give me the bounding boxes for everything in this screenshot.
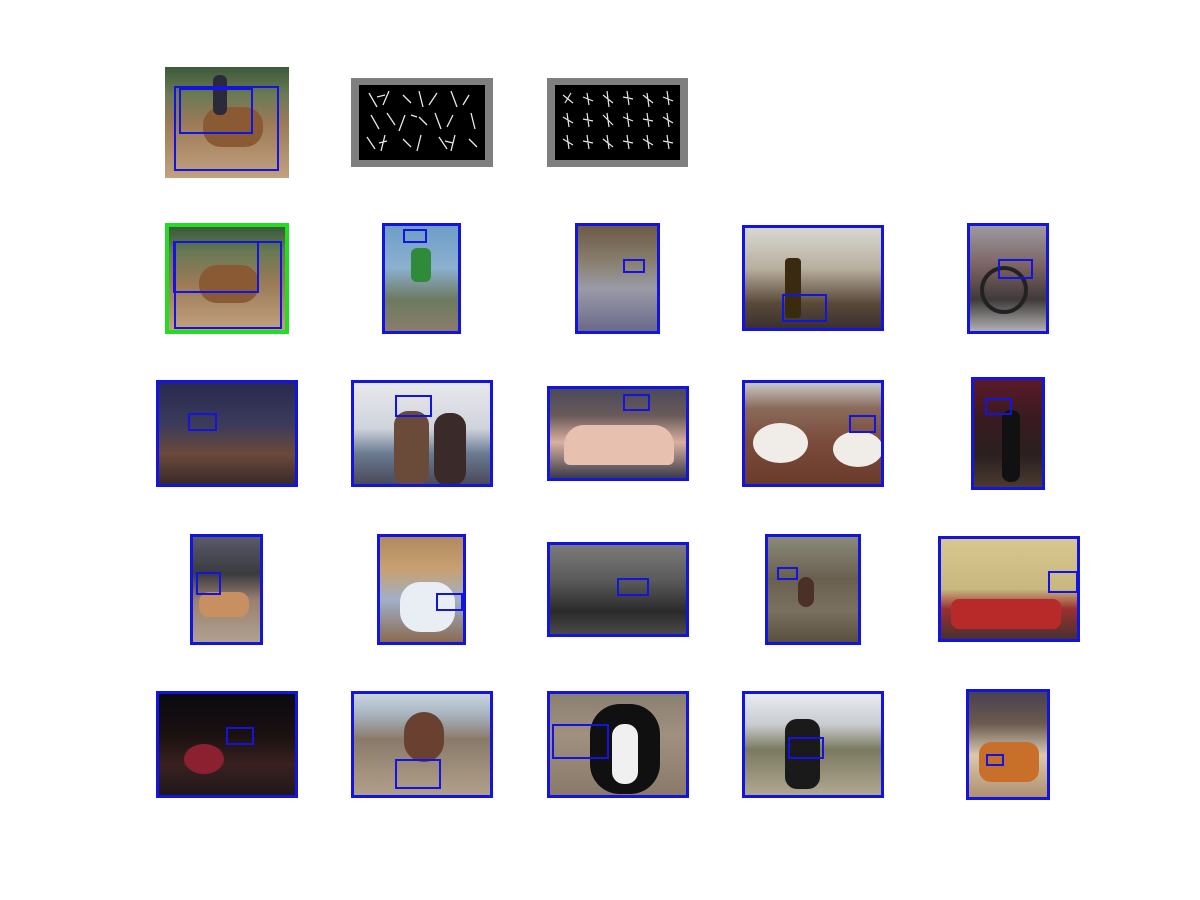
result-tile-two-women-by-sea[interactable]: [351, 380, 493, 487]
result-tile-woman-in-black[interactable]: [971, 377, 1045, 490]
detection-box: [623, 394, 650, 411]
result-tile-motorcycle-in-garage[interactable]: [575, 223, 660, 334]
detection-box: [173, 241, 259, 293]
result-tile-border-collie[interactable]: [547, 691, 689, 798]
detection-box: [196, 572, 221, 595]
detection-box: [849, 415, 876, 433]
detection-box: [998, 259, 1033, 279]
result-tile-person-with-bottle[interactable]: [742, 225, 884, 331]
query-image: [165, 67, 289, 178]
result-tile-drummer[interactable]: [156, 691, 298, 798]
result-tile-living-room-sofa[interactable]: [938, 536, 1080, 642]
detection-box: [788, 737, 824, 759]
result-tile-man-at-desk[interactable]: [547, 542, 689, 637]
detection-box: [552, 724, 609, 759]
result-tile-bird-in-branches[interactable]: [765, 534, 861, 645]
detection-box: [403, 229, 427, 243]
detection-box: [395, 395, 432, 417]
result-tile-donkey-rider[interactable]: [165, 223, 289, 334]
hog-template-2: [547, 78, 688, 167]
result-tile-table-with-dishes[interactable]: [966, 689, 1050, 800]
detection-box: [179, 88, 253, 134]
detection-box: [985, 398, 1012, 415]
result-tile-woman-on-beach[interactable]: [351, 691, 493, 798]
result-tile-dog-and-people[interactable]: [190, 534, 263, 645]
detection-box: [777, 567, 798, 580]
detection-box: [1048, 571, 1077, 593]
detection-box: [395, 759, 441, 789]
result-tile-food-on-table[interactable]: [742, 380, 884, 487]
hog-template-1: [351, 78, 493, 167]
result-tile-group-at-table[interactable]: [156, 380, 298, 487]
detection-box: [617, 578, 649, 596]
result-tile-cyclist[interactable]: [382, 223, 461, 334]
detection-box: [986, 754, 1004, 766]
detection-box: [436, 593, 463, 611]
detection-box: [188, 413, 217, 431]
result-tile-cow[interactable]: [742, 691, 884, 798]
result-tile-woman-with-baby[interactable]: [377, 534, 466, 645]
detection-box: [782, 294, 827, 322]
result-tile-pink-mini-car[interactable]: [547, 386, 689, 481]
result-tile-motorcycle[interactable]: [967, 223, 1049, 334]
detection-box: [226, 727, 254, 745]
detection-box: [623, 259, 645, 273]
